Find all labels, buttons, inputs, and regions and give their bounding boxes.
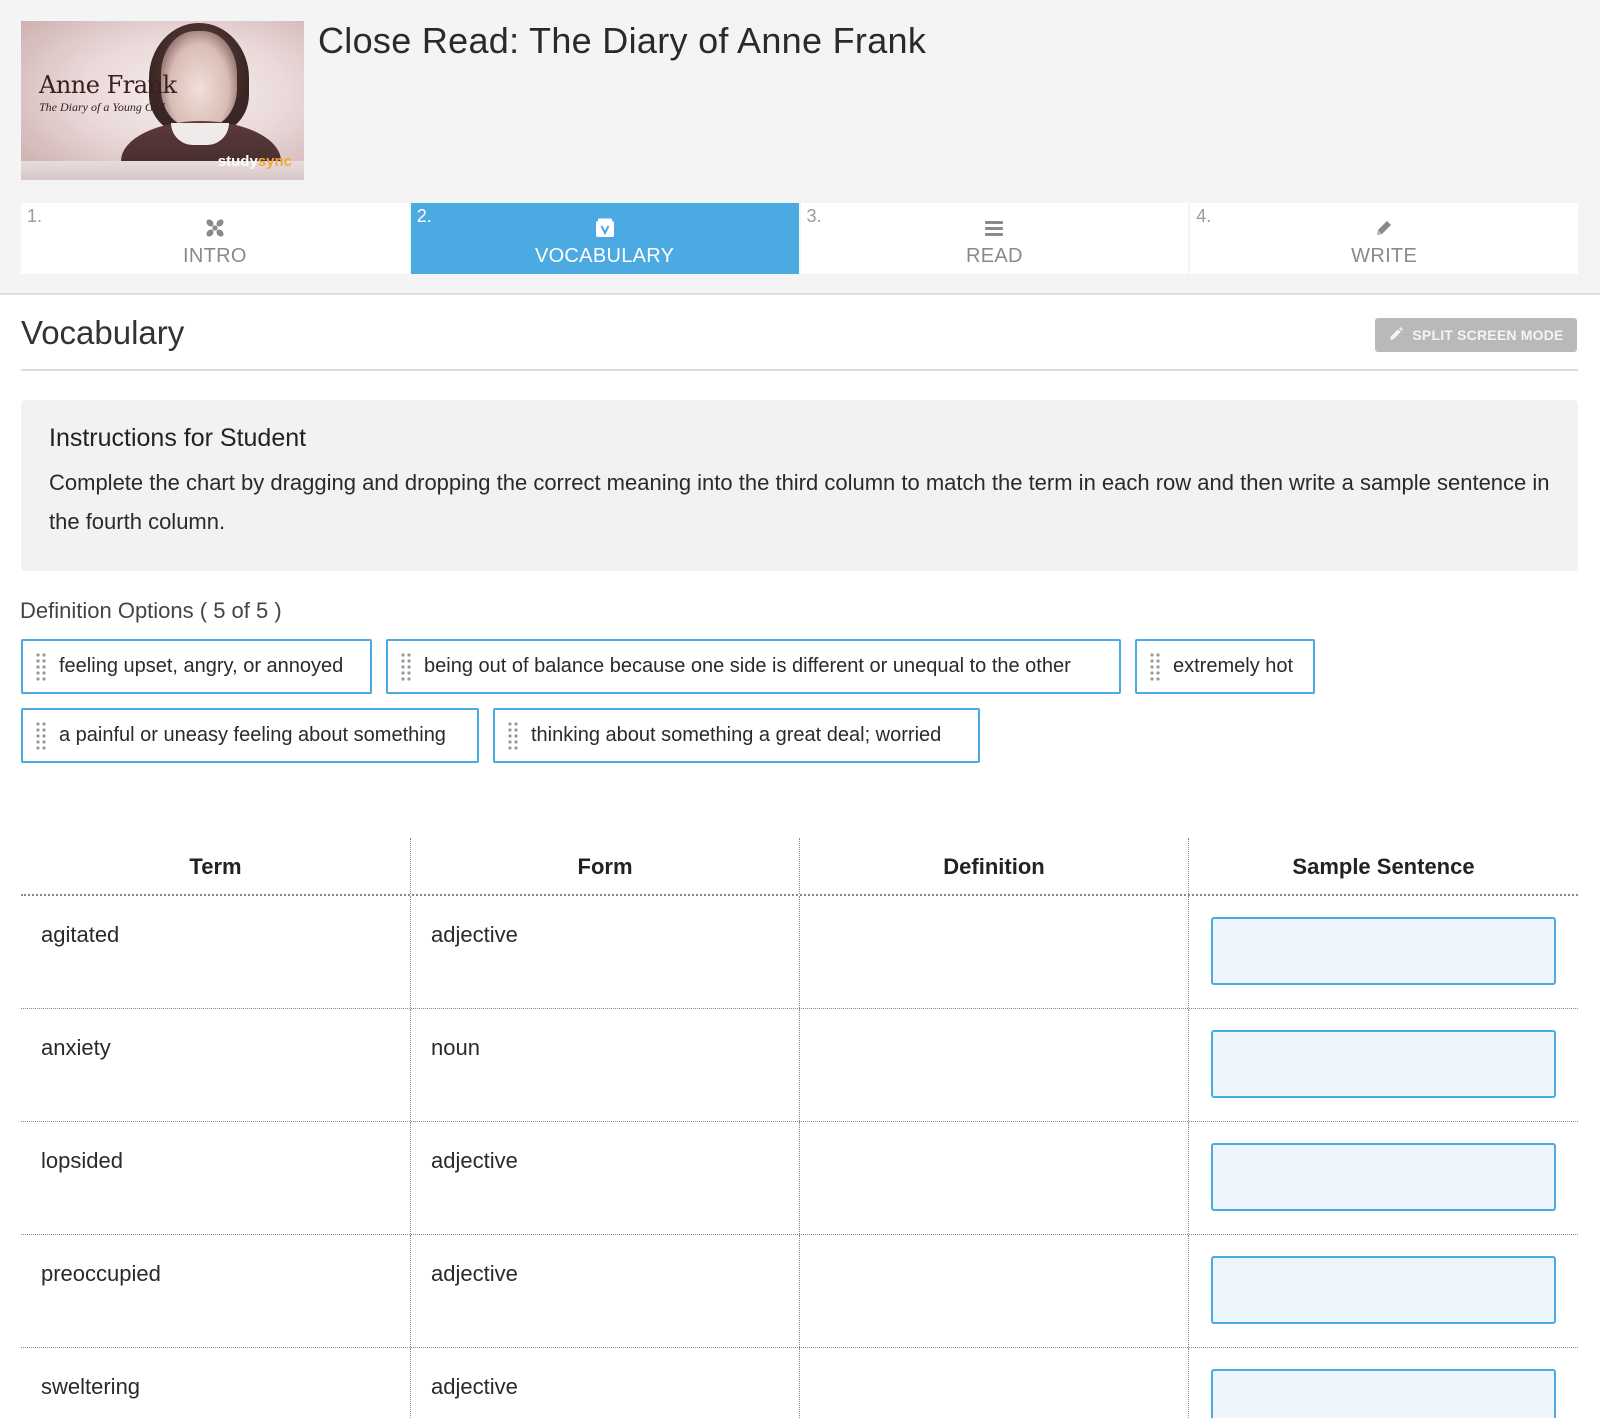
table-row: preoccupied adjective (21, 1235, 1578, 1348)
form-cell: adjective (411, 896, 800, 1008)
studysync-logo: studysync (218, 153, 292, 170)
drag-handle-icon[interactable] (1137, 641, 1173, 692)
vocabulary-table: Term Form Definition Sample Sentence agi… (21, 838, 1578, 1418)
term-cell: agitated (21, 896, 411, 1008)
sentence-cell (1189, 1235, 1578, 1347)
tab-vocabulary[interactable]: 2. VOCABULARY (410, 203, 799, 274)
vocabulary-icon (593, 216, 617, 240)
drag-handle-icon[interactable] (495, 710, 531, 761)
tab-intro[interactable]: 1. INTRO (21, 203, 409, 274)
definition-option[interactable]: feeling upset, angry, or annoyed (21, 639, 372, 694)
tab-number: 4. (1196, 206, 1212, 226)
sentence-cell (1189, 1348, 1578, 1418)
sample-sentence-input[interactable] (1211, 917, 1556, 985)
definition-drop-zone[interactable] (800, 1122, 1189, 1234)
sample-sentence-input[interactable] (1211, 1369, 1556, 1418)
definition-drop-zone[interactable] (800, 1235, 1189, 1347)
brand-part-1: study (217, 153, 258, 170)
section-title: Vocabulary (21, 314, 185, 351)
term-cell: preoccupied (21, 1235, 411, 1347)
lesson-thumbnail: Anne Frank The Diary of a Young Girl stu… (21, 21, 304, 180)
tab-number: 1. (27, 206, 43, 226)
table-row: sweltering adjective (21, 1348, 1578, 1418)
table-header: Term Form Definition Sample Sentence (21, 838, 1578, 896)
column-header-definition: Definition (800, 838, 1189, 894)
form-cell: adjective (411, 1348, 800, 1418)
page-title: Close Read: The Diary of Anne Frank (318, 20, 927, 61)
definition-option-text: feeling upset, angry, or annoyed (59, 655, 344, 677)
instructions-box: Instructions for Student Complete the ch… (21, 400, 1578, 571)
tab-label: READ (965, 245, 1023, 267)
lesson-tabs: 1. INTRO 2. VOCABULARY 3. READ 4. WRITE (21, 203, 1578, 274)
sample-sentence-input[interactable] (1211, 1256, 1556, 1324)
definition-option-text: being out of balance because one side is… (424, 655, 1071, 677)
definition-option[interactable]: a painful or uneasy feeling about someth… (21, 708, 479, 763)
definition-drop-zone[interactable] (800, 1348, 1189, 1418)
form-cell: adjective (411, 1122, 800, 1234)
column-header-term: Term (21, 838, 411, 894)
intro-icon (203, 216, 227, 240)
tab-label: VOCABULARY (534, 245, 675, 267)
definition-option-text: a painful or uneasy feeling about someth… (59, 724, 446, 746)
sample-sentence-input[interactable] (1211, 1143, 1556, 1211)
definition-option-text: thinking about something a great deal; w… (531, 724, 942, 746)
split-screen-button[interactable]: SPLIT SCREEN MODE (1375, 318, 1577, 352)
definition-option[interactable]: thinking about something a great deal; w… (493, 708, 980, 763)
table-row: anxiety noun (21, 1009, 1578, 1122)
pencil-icon (1372, 216, 1396, 240)
term-cell: lopsided (21, 1122, 411, 1234)
sample-sentence-input[interactable] (1211, 1030, 1556, 1098)
term-cell: sweltering (21, 1348, 411, 1418)
form-cell: noun (411, 1009, 800, 1121)
definition-options-heading: Definition Options ( 5 of 5 ) (20, 598, 282, 623)
drag-handle-icon[interactable] (388, 641, 424, 692)
form-cell: adjective (411, 1235, 800, 1347)
instructions-text: Complete the chart by dragging and dropp… (49, 470, 1550, 534)
tab-label: WRITE (1351, 245, 1418, 267)
tab-number: 3. (806, 206, 822, 226)
table-row: lopsided adjective (21, 1122, 1578, 1235)
pencil-icon (1388, 326, 1404, 345)
thumbnail-title: Anne Frank (39, 71, 177, 99)
tab-label: INTRO (183, 245, 247, 267)
column-header-sample-sentence: Sample Sentence (1292, 854, 1475, 879)
definition-option[interactable]: extremely hot (1135, 639, 1315, 694)
column-header-form: Form (411, 838, 800, 894)
sentence-cell (1189, 1122, 1578, 1234)
instructions-heading: Instructions for Student (49, 424, 307, 452)
thumbnail-subtitle: The Diary of a Young Girl (39, 100, 165, 114)
brand-part-2: sync (257, 153, 292, 170)
split-screen-label: SPLIT SCREEN MODE (1412, 327, 1564, 343)
definition-drop-zone[interactable] (800, 1009, 1189, 1121)
table-row: agitated adjective (21, 896, 1578, 1009)
definition-option[interactable]: being out of balance because one side is… (386, 639, 1121, 694)
definition-option-text: extremely hot (1173, 655, 1294, 677)
lesson-header: Anne Frank The Diary of a Young Girl stu… (0, 0, 1600, 295)
term-cell: anxiety (21, 1009, 411, 1121)
drag-handle-icon[interactable] (23, 710, 59, 761)
tab-write[interactable]: 4. WRITE (1190, 203, 1578, 274)
drag-handle-icon[interactable] (23, 641, 59, 692)
sentence-cell (1189, 896, 1578, 1008)
section-divider (21, 369, 1578, 371)
tab-read[interactable]: 3. READ (800, 203, 1189, 274)
definition-drop-zone[interactable] (800, 896, 1189, 1008)
read-icon (982, 216, 1006, 240)
sentence-cell (1189, 1009, 1578, 1121)
tab-number: 2. (416, 206, 432, 226)
